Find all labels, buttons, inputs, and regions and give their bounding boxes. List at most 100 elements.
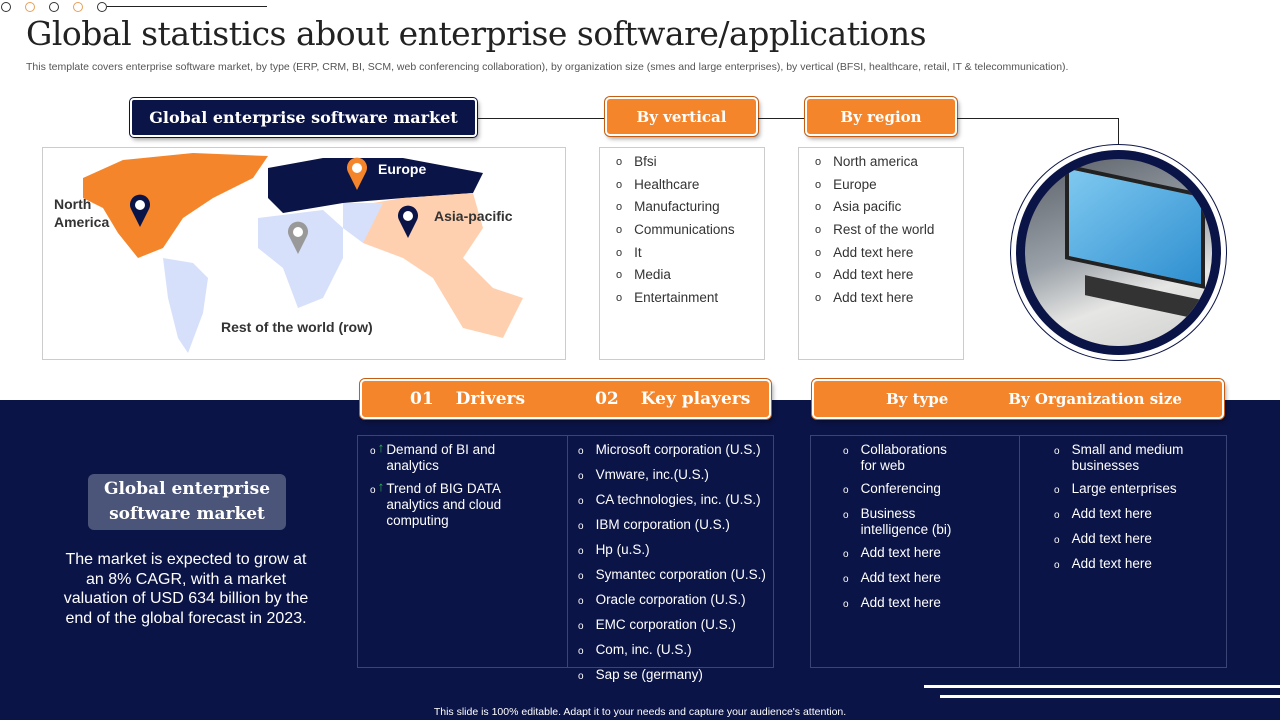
page-title: Global statistics about enterprise softw… xyxy=(26,14,927,53)
vertical-item-text: Communications xyxy=(634,222,735,238)
type-item: Collaborations for web xyxy=(843,442,1019,474)
region-item-text: North america xyxy=(833,154,918,169)
deco-circle-icon xyxy=(73,2,83,12)
trend-arrow-icon: ↑ xyxy=(377,440,385,455)
vertical-item-text: Manufacturing xyxy=(634,199,720,215)
deco-line xyxy=(924,685,1280,688)
vertical-item: Healthcare xyxy=(616,177,764,200)
player-item: IBM corporation (U.S.) xyxy=(578,517,773,535)
vertical-item-text: Bfsi xyxy=(634,154,657,169)
org-item-text: Small and medium businesses xyxy=(1071,442,1184,473)
connector-line xyxy=(1118,118,1119,144)
org-item-text: Add text here xyxy=(1071,531,1152,546)
type-item-text: Add text here xyxy=(860,545,941,560)
summary-text: The market is expected to grow at an 8% … xyxy=(63,551,309,627)
laptop-photo xyxy=(1025,159,1212,346)
type-item-text: Add text here xyxy=(860,570,941,585)
label-europe: Europe xyxy=(378,161,427,177)
player-item: Microsoft corporation (U.S.) xyxy=(578,442,773,460)
vertical-item-text: It xyxy=(634,244,642,260)
label-north-america: North America xyxy=(54,196,110,230)
market-header: Global enterprise software market xyxy=(130,98,477,137)
player-item-text: CA technologies, inc. (U.S.) xyxy=(595,492,761,507)
label-asia-pacific: Asia-pacific xyxy=(434,208,513,224)
type-item: Add text here xyxy=(843,595,1019,613)
org-item: Add text here xyxy=(1054,556,1226,574)
player-item-text: Hp (u.S.) xyxy=(595,542,650,557)
vertical-item: Communications xyxy=(616,222,764,245)
page-subtitle: This template covers enterprise software… xyxy=(26,61,1069,73)
photo-frame xyxy=(1010,144,1227,361)
region-item-text: Rest of the world xyxy=(833,222,935,238)
world-map: North America Europe Asia-pacific Rest o… xyxy=(42,147,566,360)
region-item: Add text here xyxy=(815,245,963,268)
org-item: Add text here xyxy=(1054,506,1226,524)
deco-circle-icon xyxy=(49,2,59,12)
player-item-text: Oracle corporation (U.S.) xyxy=(595,592,746,607)
region-item: Rest of the world xyxy=(815,222,963,245)
type-item: Conferencing xyxy=(843,481,1019,499)
type-item: Add text here xyxy=(843,570,1019,588)
vertical-item: Media xyxy=(616,267,764,290)
connector-line xyxy=(957,118,1118,119)
connector-line xyxy=(477,118,605,119)
org-item-text: Add text here xyxy=(1071,556,1152,571)
player-item: EMC corporation (U.S.) xyxy=(578,617,773,635)
connector-line xyxy=(758,118,805,119)
type-item-text: Conferencing xyxy=(860,481,941,496)
driver-item: ↑Demand of BI and analytics xyxy=(370,440,567,474)
vertical-item-text: Healthcare xyxy=(634,176,700,192)
player-item: Hp (u.S.) xyxy=(578,542,773,560)
trend-arrow-icon: ↑ xyxy=(377,479,385,494)
player-item-text: Symantec corporation (U.S.) xyxy=(595,567,766,582)
by-org-label: By Organization size xyxy=(1008,390,1182,408)
region-list-box: North america Europe Asia pacific Rest of t… xyxy=(798,147,964,360)
deco-line xyxy=(107,6,267,7)
player-item: Oracle corporation (U.S.) xyxy=(578,592,773,610)
type-org-header: By type By Organization size xyxy=(812,379,1224,419)
deco-circle-icon xyxy=(1,2,11,12)
vertical-item: Entertainment xyxy=(616,290,764,313)
region-item: North america xyxy=(815,154,963,177)
region-item-text: Add text here xyxy=(833,290,914,306)
region-item-text: Add text here xyxy=(833,244,914,260)
summary-title: Global enterprise software market xyxy=(88,474,286,530)
player-item-text: EMC corporation (U.S.) xyxy=(595,617,736,632)
player-item: Vmware, inc.(U.S.) xyxy=(578,467,773,485)
org-item: Large enterprises xyxy=(1054,481,1226,499)
player-item-text: Microsoft corporation (U.S.) xyxy=(595,442,761,457)
player-item: Com, inc. (U.S.) xyxy=(578,642,773,660)
label-row: Rest of the world (row) xyxy=(221,319,373,335)
org-item: Add text here xyxy=(1054,531,1226,549)
player-item-text: Vmware, inc.(U.S.) xyxy=(595,467,709,482)
deco-circle-icon xyxy=(97,2,107,12)
map-pin-icon xyxy=(288,221,308,254)
player-item: CA technologies, inc. (U.S.) xyxy=(578,492,773,510)
player-item-text: Com, inc. (U.S.) xyxy=(595,642,692,657)
org-item-text: Add text here xyxy=(1071,506,1152,521)
type-item-text: Collaborations for web xyxy=(860,442,947,473)
drivers-num: 01 xyxy=(410,389,434,409)
type-org-table: Collaborations for web Conferencing Busine… xyxy=(810,435,1227,668)
player-item: Symantec corporation (U.S.) xyxy=(578,567,773,585)
player-item: Sap se (germany) xyxy=(578,667,773,685)
players-label: Key players xyxy=(640,389,751,409)
region-item: Europe xyxy=(815,177,963,200)
footer-note: This slide is 100% editable. Adapt it to… xyxy=(433,706,847,718)
map-pin-icon xyxy=(130,194,150,227)
vertical-item: Bfsi xyxy=(616,154,764,177)
vertical-item: Manufacturing xyxy=(616,199,764,222)
region-item: Add text here xyxy=(815,290,963,313)
region-item-text: Asia pacific xyxy=(833,199,902,215)
driver-item: ↑Trend of BIG DATA analytics and cloud c… xyxy=(370,479,567,529)
region-item: Asia pacific xyxy=(815,199,963,222)
type-item-text: Business intelligence (bi) xyxy=(860,506,952,537)
vertical-item: It xyxy=(616,245,764,268)
type-item: Add text here xyxy=(843,545,1019,563)
deco-line xyxy=(940,695,1280,698)
map-pin-icon xyxy=(398,205,418,238)
type-item-text: Add text here xyxy=(860,595,941,610)
vertical-list-box: Bfsi Healthcare Manufacturing Communication… xyxy=(599,147,765,360)
org-item-text: Large enterprises xyxy=(1071,481,1177,496)
deco-circle-icon xyxy=(25,2,35,12)
